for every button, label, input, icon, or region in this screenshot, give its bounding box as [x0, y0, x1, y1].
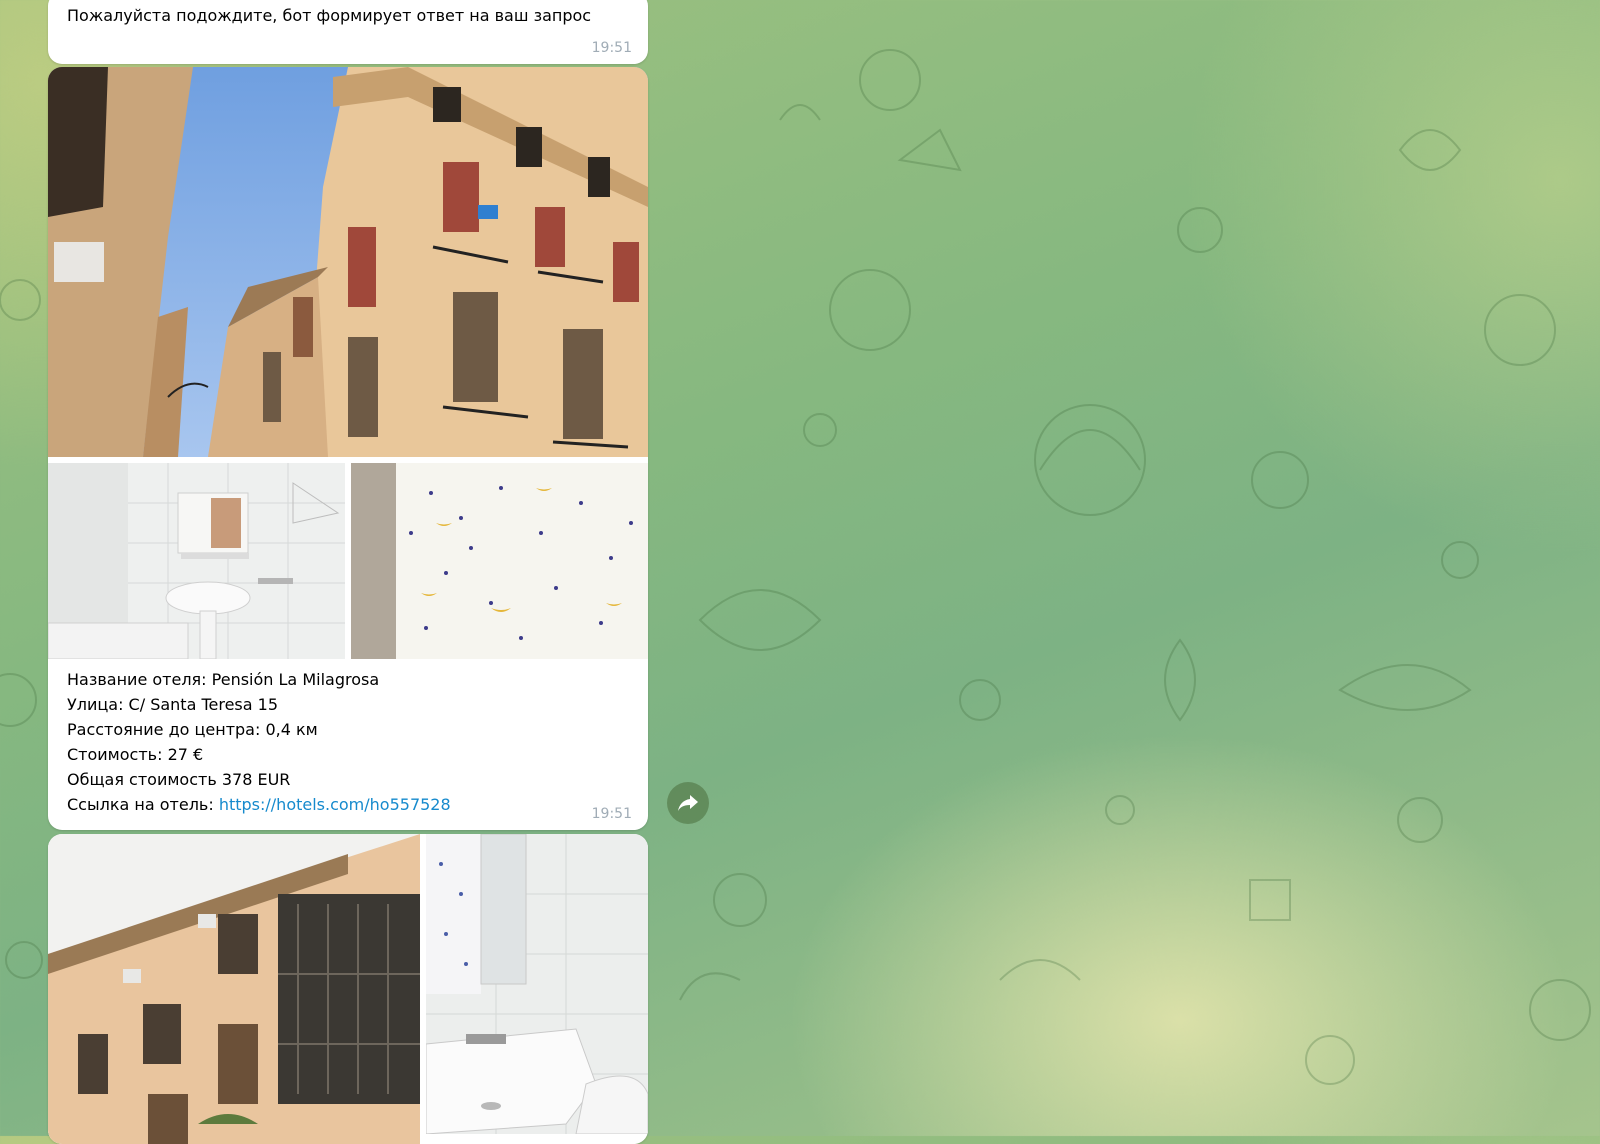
- chat-area: Пожалуйста подождите, бот формирует отве…: [0, 0, 1600, 1144]
- hotel-caption: Название отеля: Pensión La Milagrosa Ули…: [67, 667, 451, 817]
- message-bubble-photo-album[interactable]: [48, 834, 648, 1144]
- message-text: Пожалуйста подождите, бот формирует отве…: [67, 6, 592, 25]
- sink-photo[interactable]: [426, 834, 648, 1134]
- facade-photo[interactable]: [48, 834, 420, 1144]
- hotel-name-line: Название отеля: Pensión La Milagrosa: [67, 670, 380, 689]
- street-line: Улица: C/ Santa Teresa 15: [67, 695, 279, 714]
- message-bubble-hotel-info[interactable]: Название отеля: Pensión La Milagrosa Ули…: [48, 67, 648, 830]
- message-timestamp: 19:51: [591, 40, 632, 56]
- hotel-link-line: Ссылка на отель: https://hotels.com/ho55…: [67, 792, 451, 817]
- shower-curtain-photo[interactable]: [351, 463, 648, 659]
- forward-button[interactable]: [667, 782, 709, 824]
- hotel-link[interactable]: https://hotels.com/ho557528: [219, 795, 451, 814]
- total-price-line: Общая стоимость 378 EUR: [67, 770, 291, 789]
- distance-line: Расстояние до центра: 0,4 км: [67, 720, 318, 739]
- price-line: Стоимость: 27 €: [67, 745, 204, 764]
- bathroom-photo[interactable]: [48, 463, 345, 659]
- hotel-link-label: Ссылка на отель:: [67, 795, 219, 814]
- forward-arrow-icon: [678, 795, 698, 811]
- message-timestamp: 19:51: [591, 806, 632, 822]
- message-bubble-wait-notice[interactable]: Пожалуйста подождите, бот формирует отве…: [48, 0, 648, 64]
- building-photo[interactable]: [48, 67, 648, 457]
